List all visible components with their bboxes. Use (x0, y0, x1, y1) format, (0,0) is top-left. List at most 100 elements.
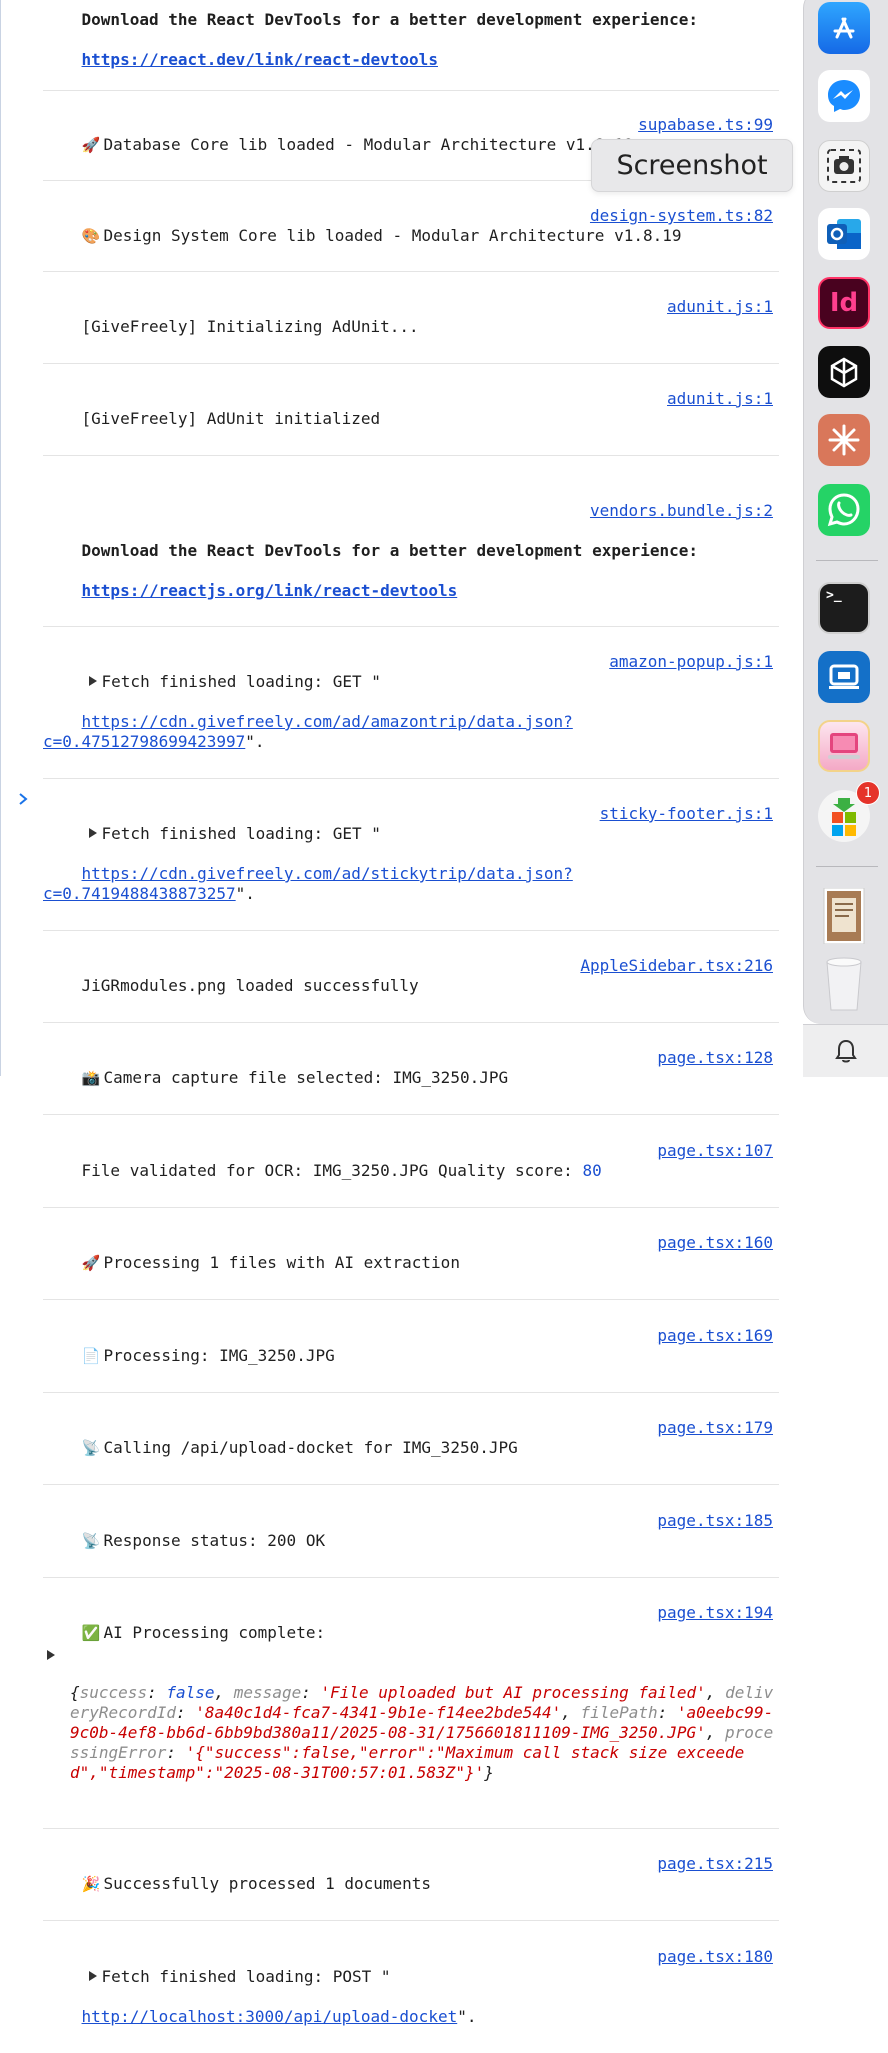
source-link[interactable]: supabase.ts:99 (638, 115, 773, 135)
source-link[interactable]: adunit.js:1 (667, 297, 773, 317)
quality-score: 80 (582, 1161, 602, 1180)
object-value: 'File uploaded but AI processing failed' (320, 1683, 706, 1702)
expand-triangle-icon[interactable] (88, 676, 97, 686)
check-mark-icon: ✅ (81, 1624, 101, 1642)
devtools-left-border (0, 0, 1, 1076)
message-link[interactable]: http://localhost:3000/api/upload-docket (82, 2007, 458, 2026)
message-text: Processing: IMG_3250.JPG (103, 1346, 335, 1365)
messenger-icon[interactable] (818, 70, 870, 122)
message-text: Download the React DevTools for a better… (81, 10, 699, 29)
result-object: {success: false, message: 'File uploaded… (70, 1683, 774, 1782)
message-text: AI Processing complete: (103, 1623, 326, 1642)
console-message: amazon-popup.js:1 Fetch finished loading… (43, 627, 779, 779)
terminal-icon[interactable]: >_ (818, 582, 870, 634)
console-message: page.tsx:215 🎉 Successfully processed 1 d… (43, 1829, 779, 1921)
object-key: message (233, 1683, 302, 1702)
object-key: filePath (580, 1703, 658, 1722)
message-text: Camera capture file selected: IMG_3250.J… (103, 1068, 509, 1087)
source-link[interactable]: page.tsx:169 (657, 1326, 773, 1346)
console-message: page.tsx:179 📡 Calling /api/upload-docket… (43, 1393, 779, 1485)
source-link[interactable]: adunit.js:1 (667, 389, 773, 409)
source-link[interactable]: page.tsx:215 (657, 1854, 773, 1874)
object-key: success (79, 1683, 148, 1702)
source-link[interactable]: amazon-popup.js:1 (609, 652, 773, 672)
screenshot-icon[interactable] (818, 140, 870, 192)
dock-separator (816, 866, 878, 867)
source-link[interactable]: page.tsx:194 (657, 1603, 773, 1623)
dock-tooltip: Screenshot (591, 139, 793, 192)
expand-triangle-icon[interactable] (88, 828, 97, 838)
source-link[interactable]: page.tsx:180 (657, 1947, 773, 1967)
source-link[interactable]: page.tsx:128 (657, 1048, 773, 1068)
message-text: Response status: 200 OK (103, 1531, 326, 1550)
cleanmymac-icon[interactable] (818, 720, 870, 772)
console-message: page.tsx:194 ✅ AI Processing complete: {s… (43, 1578, 779, 1829)
document-thumbnail-icon[interactable] (818, 888, 870, 944)
console-message: design-system.ts:82 🎨 Design System Core … (43, 181, 779, 272)
console-message: adunit.js:1 [GiveFreely] Initializing Ad… (43, 272, 779, 364)
message-text: Download the React DevTools for a better… (81, 541, 699, 560)
console-prompt-chevron-icon[interactable] (18, 790, 28, 811)
satellite-icon: 📡 (81, 1439, 101, 1457)
object-value: '{"success":false,"error":"Maximum call … (70, 1743, 745, 1782)
satellite-icon: 📡 (81, 1532, 101, 1550)
source-link[interactable]: AppleSidebar.tsx:216 (580, 956, 773, 976)
message-text: Fetch finished loading: POST " (101, 1967, 391, 1986)
console-message: Download the React DevTools for a better… (43, 0, 779, 91)
expand-triangle-icon[interactable] (47, 1650, 55, 1660)
claude-icon[interactable] (818, 414, 870, 466)
terminal-prompt: >_ (826, 588, 842, 603)
expand-triangle-icon[interactable] (88, 1971, 97, 1981)
message-link[interactable]: https://cdn.givefreely.com/ad/amazontrip… (43, 712, 573, 751)
message-text: [GiveFreely] AdUnit initialized (81, 409, 381, 428)
bell-icon[interactable] (834, 1039, 857, 1063)
message-text: Design System Core lib loaded - Modular … (103, 226, 682, 245)
message-link[interactable]: https://reactjs.org/link/react-devtools (82, 581, 458, 600)
perplexity-icon[interactable] (818, 346, 870, 398)
app-store-icon[interactable] (818, 2, 870, 54)
trash-icon[interactable] (818, 957, 870, 1011)
message-link[interactable]: https://cdn.givefreely.com/ad/stickytrip… (43, 864, 573, 903)
console-message: page.tsx:169 📄 Processing: IMG_3250.JPG (43, 1300, 779, 1393)
document-icon: 📄 (81, 1347, 101, 1365)
source-link[interactable]: page.tsx:179 (657, 1418, 773, 1438)
source-link[interactable]: vendors.bundle.js:2 (590, 501, 773, 520)
palette-icon: 🎨 (81, 227, 101, 245)
message-text: Fetch finished loading: GET " (101, 824, 381, 843)
message-text: JiGRmodules.png loaded successfully (81, 976, 419, 995)
console-log: Download the React DevTools for a better… (43, 0, 779, 2053)
notification-badge: 1 (856, 781, 880, 805)
message-text: Fetch finished loading: GET " (101, 672, 381, 691)
whatsapp-icon[interactable] (818, 484, 870, 536)
console-message: sticky-footer.js:1 Fetch finished loadin… (43, 779, 779, 931)
indesign-icon[interactable]: Id (818, 277, 870, 329)
source-link[interactable]: sticky-footer.js:1 (600, 804, 773, 824)
message-tail: ". (457, 2007, 477, 2026)
console-message: AppleSidebar.tsx:216 JiGRmodules.png loa… (43, 931, 779, 1023)
message-tail: ". (235, 884, 255, 903)
camera-icon: 📸 (81, 1069, 101, 1087)
message-text: Database Core lib loaded - Modular Archi… (103, 135, 634, 154)
source-link[interactable]: design-system.ts:82 (590, 206, 773, 226)
message-text: Calling /api/upload-docket for IMG_3250.… (103, 1438, 518, 1457)
indesign-label: Id (829, 288, 859, 318)
message-tail: ". (245, 732, 265, 751)
console-message: page.tsx:185 📡 Response status: 200 OK (43, 1485, 779, 1578)
object-value: '8a40c1d4-fca7-4341-9b1e-f14ee2bde544' (195, 1703, 562, 1722)
message-link[interactable]: https://react.dev/link/react-devtools (82, 50, 438, 69)
console-message: page.tsx:107 File validated for OCR: IMG… (43, 1115, 779, 1208)
outlook-icon[interactable] (818, 208, 870, 260)
source-link[interactable]: page.tsx:160 (657, 1233, 773, 1253)
console-message: adunit.js:1 [GiveFreely] AdUnit initiali… (43, 364, 779, 456)
message-text: [GiveFreely] Initializing AdUnit... (81, 317, 419, 336)
console-message: page.tsx:128 📸 Camera capture file select… (43, 1023, 779, 1115)
object-value: false (166, 1683, 215, 1702)
source-link[interactable]: page.tsx:185 (657, 1511, 773, 1531)
dock-separator (816, 560, 878, 561)
source-link[interactable]: page.tsx:107 (657, 1141, 773, 1161)
console-message: vendors.bundle.js:2 Download the React D… (43, 456, 779, 627)
message-text: Processing 1 files with AI extraction (103, 1253, 460, 1272)
console-message: page.tsx:160 🚀 Processing 1 files with AI… (43, 1208, 779, 1300)
message-text: Successfully processed 1 documents (103, 1874, 432, 1893)
remote-desktop-icon[interactable] (818, 651, 870, 703)
